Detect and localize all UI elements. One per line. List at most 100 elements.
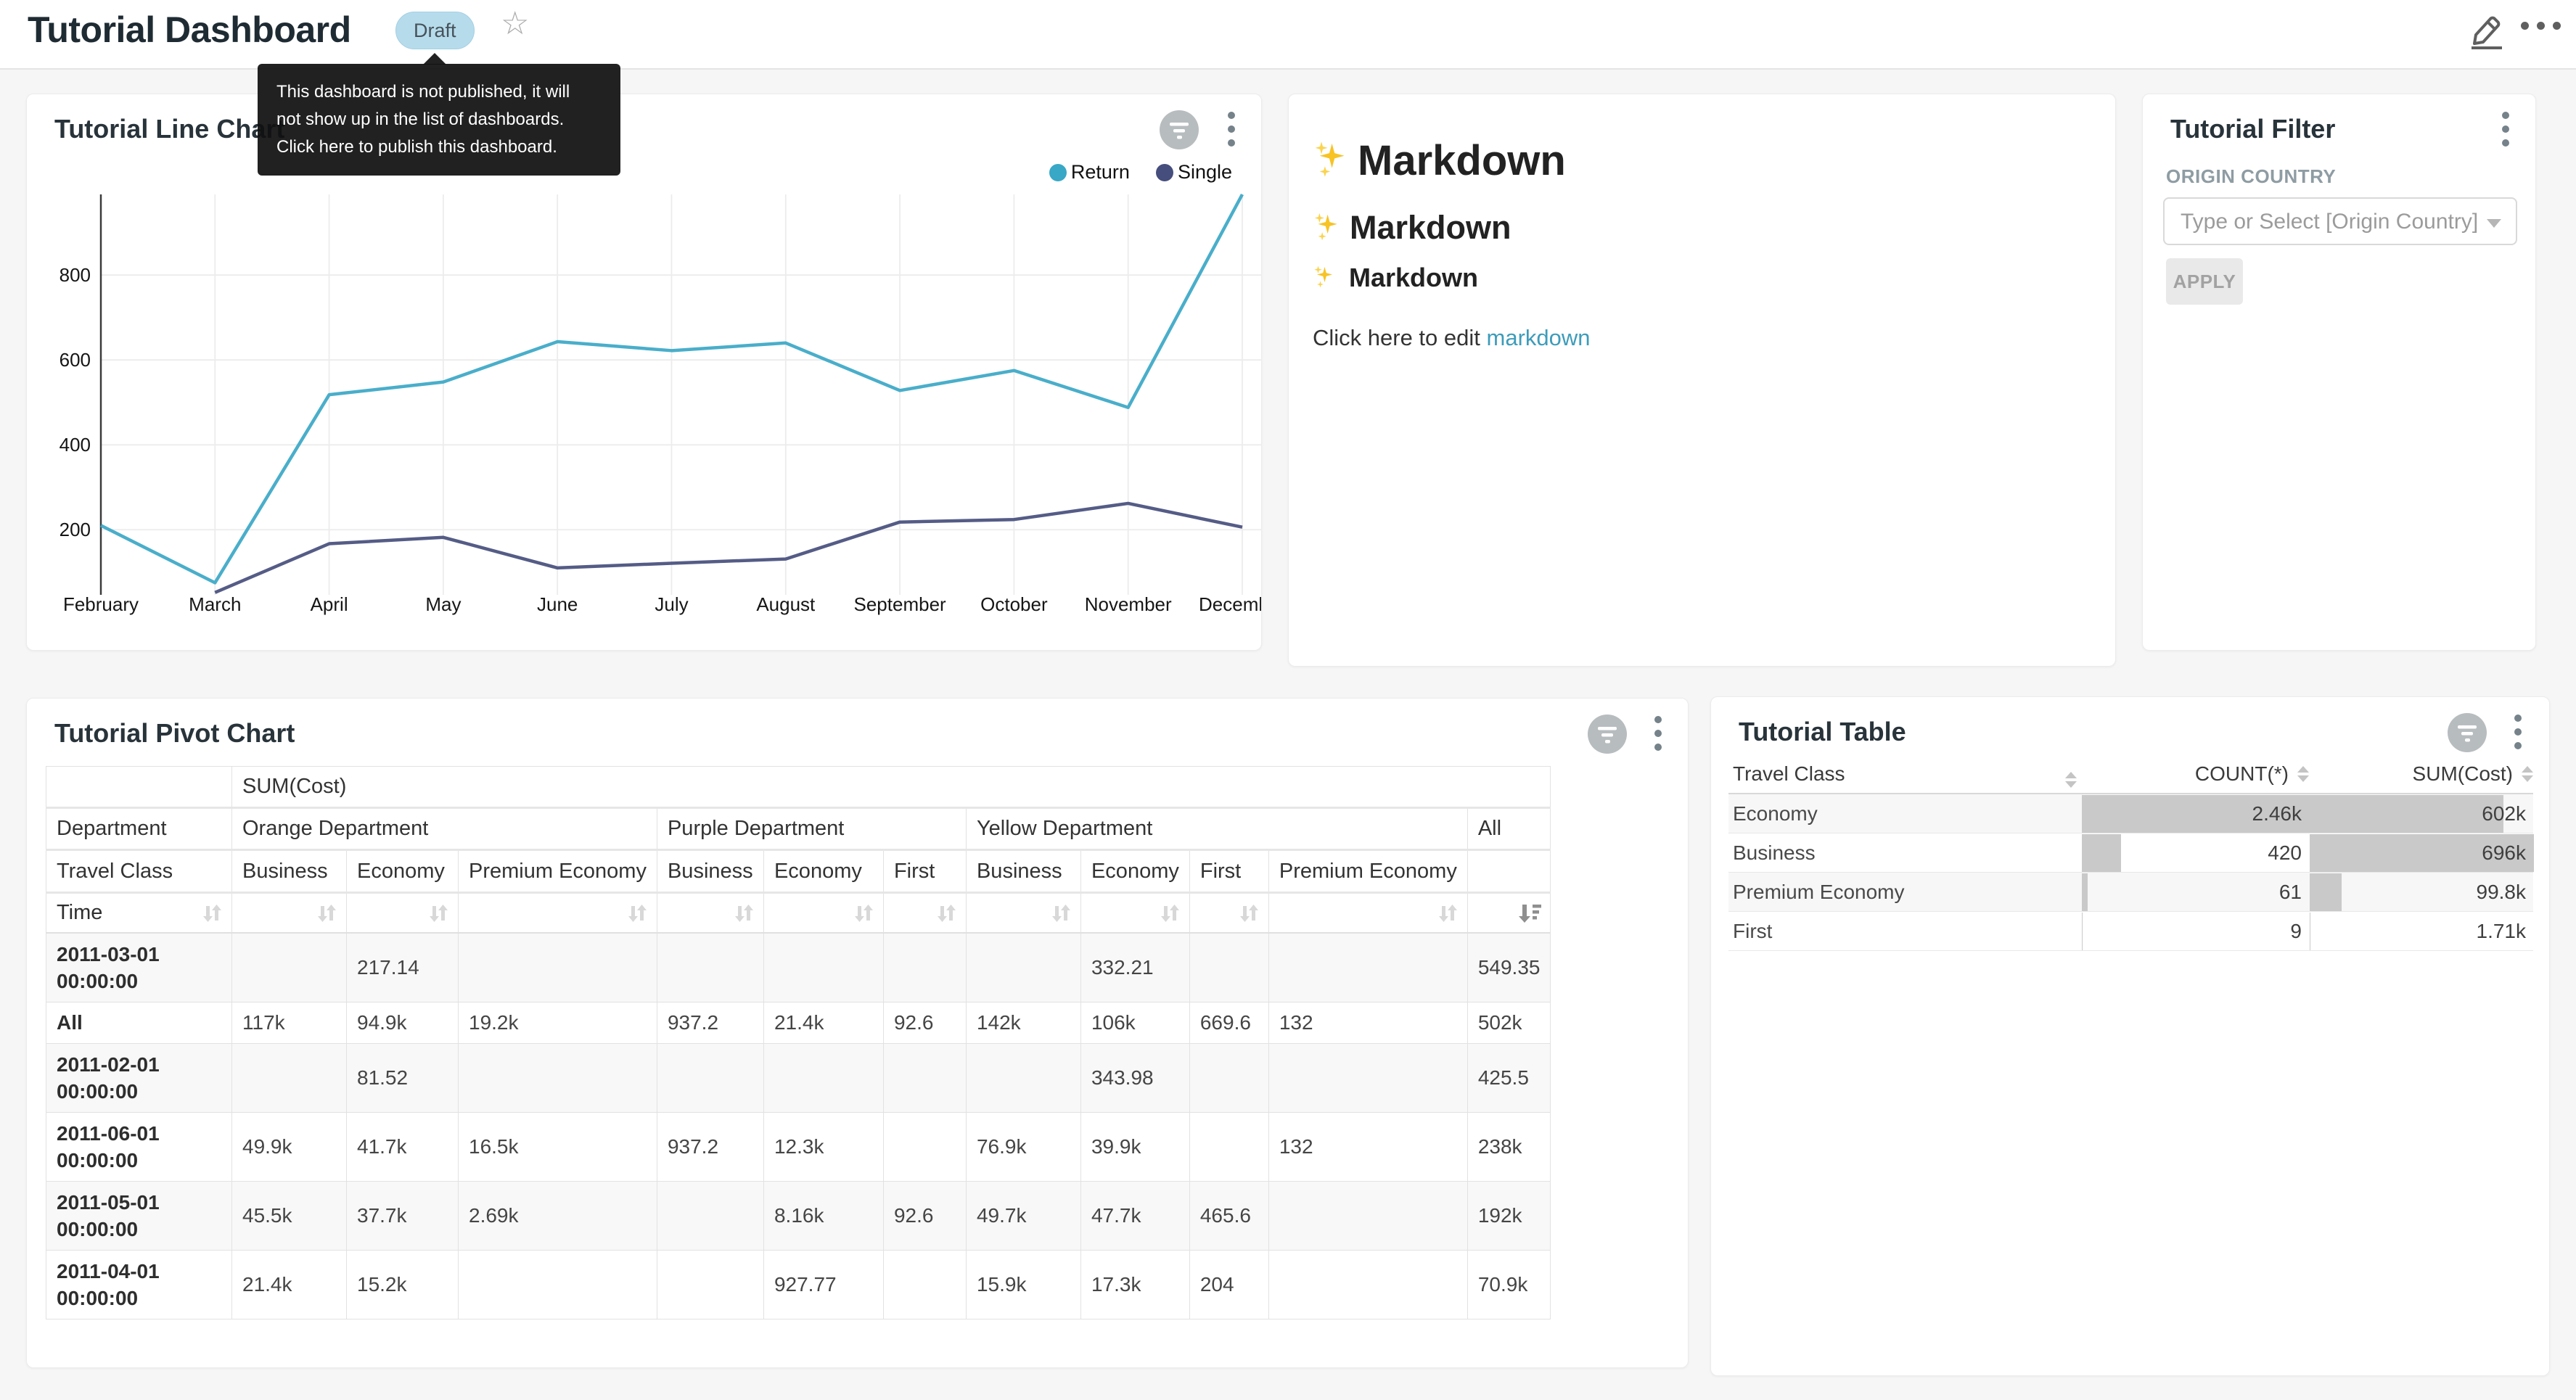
pivot-more-menu-icon[interactable] [1650, 716, 1666, 751]
table-panel: Tutorial Table Travel ClassCOUNT(*)SUM(C… [1710, 696, 2550, 1376]
sum-bar [2310, 873, 2342, 911]
legend-item-single[interactable]: Single [1156, 161, 1232, 184]
pivot-sort-cell[interactable] [763, 893, 883, 934]
sort-icon[interactable] [1437, 902, 1460, 925]
sum-bar [2310, 795, 2503, 833]
count-cell: 9 [2081, 912, 2309, 951]
header-more-menu-icon[interactable] [2521, 22, 2561, 30]
line-chart-panel: Tutorial Line Chart Return Single 200400… [26, 94, 1262, 651]
sort-icon[interactable] [201, 902, 224, 925]
sparkles-icon [1313, 140, 1355, 182]
tooltip-line: Click here to publish this dashboard. [276, 133, 602, 161]
sum-cell: 99.8k [2309, 873, 2533, 912]
markdown-h2: Markdown [1313, 209, 1511, 247]
pivot-group-header: Orange Department [232, 808, 657, 850]
pivot-cell [1268, 1182, 1467, 1251]
pivot-cell: 106k [1080, 1002, 1189, 1044]
line-chart-more-menu-icon[interactable] [1223, 112, 1239, 147]
sort-caret-icon[interactable] [2522, 766, 2533, 782]
table-more-menu-icon[interactable] [2510, 715, 2526, 749]
tooltip-line: not show up in the list of dashboards. [276, 106, 602, 133]
sort-icon[interactable] [935, 902, 959, 925]
pivot-sort-cell[interactable] [1268, 893, 1467, 934]
markdown-paragraph-text: Click here to edit [1313, 325, 1487, 350]
sort-caret-icon[interactable] [2065, 772, 2077, 788]
filter-indicator-icon[interactable] [2448, 713, 2487, 752]
markdown-h3-text: Markdown [1349, 263, 1478, 293]
svg-text:April: April [311, 593, 348, 615]
sort-desc-active-icon[interactable] [1517, 902, 1543, 925]
pivot-sort-cell[interactable] [459, 893, 657, 934]
select-placeholder: Type or Select [Origin Country] [2181, 210, 2478, 234]
pivot-cell [232, 1044, 347, 1113]
chart-legend: Return Single [1049, 161, 1232, 184]
sort-icon[interactable] [1238, 902, 1261, 925]
pivot-time-header[interactable]: Time [46, 893, 232, 934]
filter-indicator-icon[interactable] [1588, 715, 1627, 754]
col-header-travel-class[interactable]: Travel Class [1733, 754, 2081, 794]
edit-pencil-icon[interactable] [2466, 12, 2508, 49]
pivot-sort-cell[interactable] [347, 893, 459, 934]
sort-icon[interactable] [733, 902, 756, 925]
pivot-cell: 332.21 [1080, 933, 1189, 1002]
pivot-cell: 669.6 [1189, 1002, 1268, 1044]
pivot-cell [763, 1044, 883, 1113]
favorite-star-icon[interactable]: ☆ [501, 5, 529, 42]
markdown-h1-text: Markdown [1358, 136, 1566, 185]
svg-text:600: 600 [60, 349, 91, 371]
draft-badge[interactable]: Draft [395, 12, 475, 49]
pivot-cell [883, 1251, 966, 1319]
origin-country-select[interactable]: Type or Select [Origin Country] [2163, 197, 2517, 245]
pivot-cell: 47.7k [1080, 1182, 1189, 1251]
svg-text:June: June [537, 593, 578, 615]
pivot-class-header: Premium Economy [1268, 850, 1467, 893]
pivot-cell [459, 933, 657, 1002]
pivot-cell [657, 1251, 763, 1319]
pivot-sort-cell[interactable] [232, 893, 347, 934]
svg-text:September: September [854, 593, 947, 615]
line-chart-plot: 200400600800FebruaryMarchAprilMayJuneJul… [27, 189, 1262, 642]
pivot-sort-cell[interactable] [966, 893, 1080, 934]
filter-indicator-icon[interactable] [1160, 110, 1199, 149]
pivot-cell: 937.2 [657, 1113, 763, 1182]
pivot-sort-cell[interactable] [1467, 893, 1551, 934]
col-header-count[interactable]: COUNT(*) [2081, 754, 2309, 794]
col-header-sum-cost[interactable]: SUM(Cost) [2309, 754, 2533, 794]
pivot-cell: 204 [1189, 1251, 1268, 1319]
sort-icon[interactable] [427, 902, 451, 925]
pivot-cell: 81.52 [347, 1044, 459, 1113]
pivot-cell: 217.14 [347, 933, 459, 1002]
pivot-cell: 39.9k [1080, 1113, 1189, 1182]
sort-icon[interactable] [853, 902, 876, 925]
markdown-edit-link[interactable]: markdown [1487, 325, 1591, 350]
svg-text:200: 200 [60, 519, 91, 540]
table-panel-title: Tutorial Table [1739, 717, 1906, 747]
pivot-cell [1189, 933, 1268, 1002]
pivot-cell: 70.9k [1467, 1251, 1551, 1319]
pivot-cell [459, 1044, 657, 1113]
pivot-sort-cell[interactable] [1189, 893, 1268, 934]
filter-panel: Tutorial Filter ORIGIN COUNTRY Type or S… [2142, 94, 2536, 651]
pivot-cell: 117k [232, 1002, 347, 1044]
pivot-cell [657, 933, 763, 1002]
pivot-cell: 21.4k [232, 1251, 347, 1319]
pivot-sort-cell[interactable] [1080, 893, 1189, 934]
legend-item-return[interactable]: Return [1049, 161, 1130, 184]
pivot-sort-cell[interactable] [883, 893, 966, 934]
pivot-sort-cell[interactable] [657, 893, 763, 934]
sort-icon[interactable] [626, 902, 649, 925]
sort-icon[interactable] [1159, 902, 1182, 925]
pivot-class-header: Premium Economy [459, 850, 657, 893]
pivot-cell [657, 1044, 763, 1113]
sort-icon[interactable] [316, 902, 339, 925]
sort-caret-icon[interactable] [2297, 766, 2309, 782]
table-row: Economy2.46k602k [1728, 794, 2533, 833]
pivot-group-header: All [1467, 808, 1551, 850]
apply-button[interactable]: APPLY [2166, 258, 2243, 305]
markdown-panel: Markdown Markdown Markdown Click here to… [1288, 94, 2116, 667]
filter-more-menu-icon[interactable] [2498, 112, 2514, 147]
sort-icon[interactable] [1050, 902, 1073, 925]
pivot-cell: 76.9k [966, 1113, 1080, 1182]
pivot-cell [1268, 1044, 1467, 1113]
count-cell: 2.46k [2081, 794, 2309, 833]
